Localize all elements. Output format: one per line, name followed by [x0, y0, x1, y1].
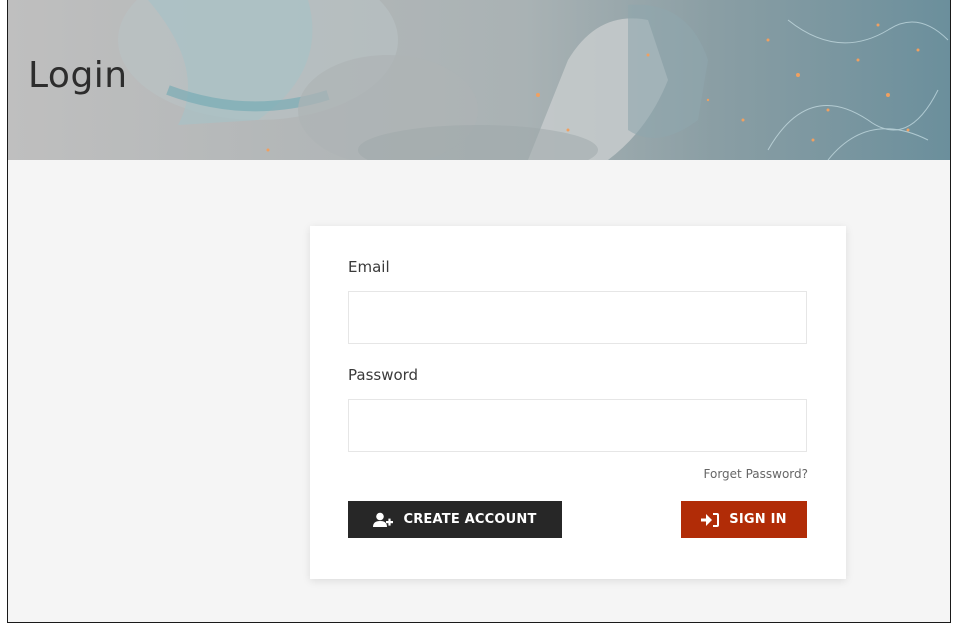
user-plus-icon	[373, 512, 394, 528]
create-account-button[interactable]: CREATE ACCOUNT	[348, 501, 562, 538]
welding-background-image	[118, 0, 949, 160]
email-label: Email	[348, 258, 390, 276]
create-account-label: CREATE ACCOUNT	[403, 512, 537, 527]
password-label: Password	[348, 366, 419, 384]
email-field[interactable]	[348, 291, 807, 344]
page-frame: Login Email Password Forget Password? CR…	[7, 0, 951, 623]
sign-in-label: SIGN IN	[729, 512, 787, 527]
password-field[interactable]	[348, 399, 807, 452]
sign-in-button[interactable]: SIGN IN	[681, 501, 807, 538]
hero-banner: Login	[8, 0, 950, 160]
forgot-password-link[interactable]: Forget Password?	[704, 467, 808, 481]
login-card: Email Password Forget Password? CREATE A…	[310, 226, 846, 579]
page-title: Login	[28, 55, 128, 96]
sign-in-icon	[701, 512, 720, 527]
